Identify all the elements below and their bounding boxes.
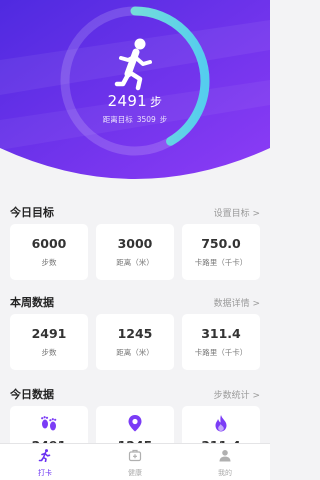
card-label: 卡路里（千卡） bbox=[194, 258, 248, 267]
today-goal-cards: 6000 步数 3000 距离（米） 750.0 卡路里（千卡） bbox=[10, 224, 260, 280]
tab-profile[interactable]: 我的 bbox=[195, 447, 255, 478]
card-label: 距离（米） bbox=[116, 258, 154, 267]
week-data-cards: 2491 步数 1245 距离（米） 311.4 卡路里（千卡） bbox=[10, 314, 260, 370]
bottom-tab-bar: 打卡 健康 我的 bbox=[0, 443, 270, 480]
week-steps-card[interactable]: 2491 步数 bbox=[10, 314, 88, 370]
week-calories-card[interactable]: 311.4 卡路里（千卡） bbox=[182, 314, 260, 370]
week-data-title: 本周数据 bbox=[10, 296, 54, 309]
goal-calories-card[interactable]: 750.0 卡路里（千卡） bbox=[182, 224, 260, 280]
goal-distance-card[interactable]: 3000 距离（米） bbox=[96, 224, 174, 280]
week-data-header: 本周数据 数据详情 > bbox=[10, 292, 260, 312]
tab-checkin[interactable]: 打卡 bbox=[15, 447, 75, 478]
flame-icon bbox=[213, 414, 229, 432]
goal-steps-card[interactable]: 6000 步数 bbox=[10, 224, 88, 280]
today-goal-header: 今日目标 设置目标 > bbox=[10, 202, 260, 222]
card-label: 步数 bbox=[41, 348, 57, 357]
running-icon bbox=[38, 447, 52, 466]
health-icon bbox=[128, 447, 142, 466]
today-goal-title: 今日目标 bbox=[10, 206, 54, 219]
today-data-title: 今日数据 bbox=[10, 388, 54, 401]
card-value: 750.0 bbox=[201, 236, 241, 251]
card-value: 311.4 bbox=[201, 326, 241, 341]
distance-to-goal: 距离目标 3509 步 bbox=[102, 115, 168, 124]
set-goal-link[interactable]: 设置目标 > bbox=[214, 206, 260, 219]
tab-health[interactable]: 健康 bbox=[105, 447, 165, 478]
card-label: 步数 bbox=[41, 258, 57, 267]
card-value: 3000 bbox=[117, 236, 153, 251]
card-label: 卡路里（千卡） bbox=[194, 348, 248, 357]
hero-header: 2491 步 距离目标 3509 步 bbox=[0, 0, 270, 185]
today-data-header: 今日数据 步数统计 > bbox=[10, 384, 260, 404]
tab-label: 我的 bbox=[218, 468, 232, 477]
tab-label: 打卡 bbox=[38, 468, 52, 477]
step-stats-link[interactable]: 步数统计 > bbox=[214, 388, 260, 401]
footprints-icon bbox=[39, 414, 59, 432]
location-pin-icon bbox=[127, 414, 143, 432]
week-distance-card[interactable]: 1245 距离（米） bbox=[96, 314, 174, 370]
card-value: 2491 bbox=[31, 326, 67, 341]
tab-label: 健康 bbox=[128, 468, 142, 477]
steps-count: 2491 步 bbox=[107, 92, 163, 110]
card-label: 距离（米） bbox=[116, 348, 154, 357]
user-icon bbox=[218, 447, 232, 466]
card-value: 6000 bbox=[31, 236, 67, 251]
data-details-link[interactable]: 数据详情 > bbox=[214, 296, 260, 309]
card-value: 1245 bbox=[117, 326, 153, 341]
